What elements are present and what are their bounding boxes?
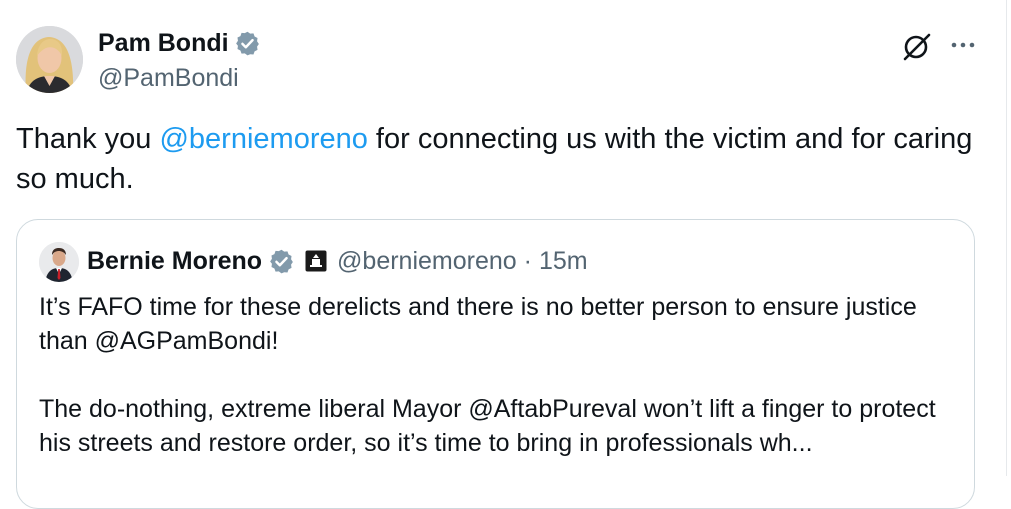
government-building-icon bbox=[305, 250, 327, 272]
quoted-paragraph-2: The do-nothing, extreme liberal Mayor @A… bbox=[39, 395, 936, 457]
verified-badge-icon bbox=[234, 30, 261, 57]
more-options-icon[interactable] bbox=[946, 30, 980, 64]
author-name-row: Pam Bondi bbox=[98, 27, 261, 59]
author-avatar[interactable] bbox=[16, 26, 83, 93]
quoted-paragraph-1: It’s FAFO time for these derelicts and t… bbox=[39, 293, 917, 355]
quoted-timestamp[interactable]: 15m bbox=[539, 247, 588, 276]
separator-dot: · bbox=[523, 246, 532, 275]
grok-icon[interactable] bbox=[900, 30, 934, 64]
timeline-border bbox=[1006, 0, 1007, 476]
quoted-author-avatar[interactable] bbox=[39, 242, 79, 282]
mention-link[interactable]: @berniemoreno bbox=[159, 123, 367, 155]
quoted-tweet-card[interactable]: Bernie Moreno @berniemoreno · 15m It’s F… bbox=[16, 219, 975, 509]
quoted-handle[interactable]: @berniemoreno bbox=[337, 247, 517, 276]
author-handle[interactable]: @PamBondi bbox=[98, 62, 239, 94]
tweet-text-prefix: Thank you bbox=[16, 123, 160, 155]
author-display-name[interactable]: Pam Bondi bbox=[98, 27, 229, 59]
tweet-text: Thank you @berniemoreno for connecting u… bbox=[16, 119, 976, 199]
verified-badge-icon bbox=[268, 248, 295, 275]
quoted-text: It’s FAFO time for these derelicts and t… bbox=[39, 290, 954, 460]
quoted-display-name[interactable]: Bernie Moreno bbox=[87, 247, 262, 276]
quoted-header: Bernie Moreno @berniemoreno · 15m bbox=[87, 245, 588, 277]
